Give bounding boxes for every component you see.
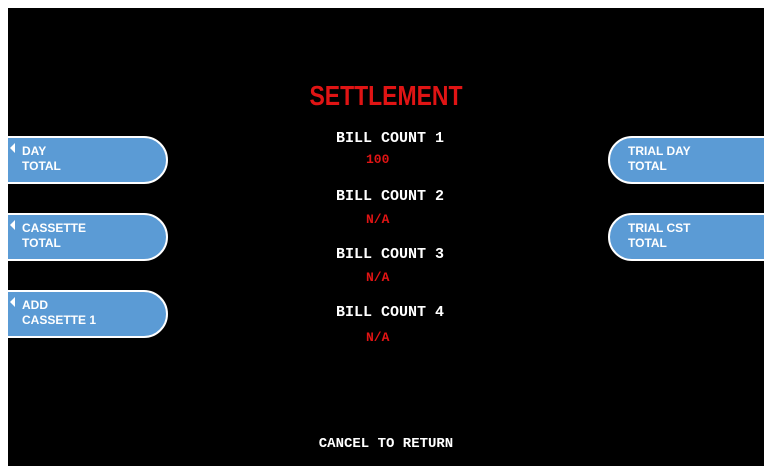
button-label-line2: TOTAL: [22, 159, 61, 173]
button-label-line1: TRIAL DAY: [628, 144, 691, 158]
bill-count-1-value: 100: [366, 152, 390, 167]
button-label-line1: DAY: [22, 144, 47, 158]
page-title: SETTLEMENT: [309, 80, 463, 111]
bill-count-3-label: BILL COUNT 3: [336, 246, 445, 263]
atm-screen: SETTLEMENT DAY TOTAL CASSETTE TOTAL ADD …: [8, 8, 764, 466]
trial-day-total-button[interactable]: TRIAL DAY TOTAL: [608, 136, 764, 184]
bill-count-1-label: BILL COUNT 1: [336, 130, 445, 147]
cancel-instruction: CANCEL TO RETURN: [318, 436, 454, 452]
bill-count-2-label: BILL COUNT 2: [336, 188, 445, 205]
button-label-line2: TOTAL: [22, 236, 61, 250]
left-arrow-icon: [10, 220, 15, 230]
button-label-line2: CASSETTE 1: [22, 313, 97, 327]
button-label-line2: TOTAL: [628, 159, 667, 173]
bill-count-3-value: N/A: [366, 270, 390, 285]
button-label-line1: CASSETTE: [22, 221, 87, 235]
left-arrow-icon: [10, 297, 15, 307]
button-label-line1: ADD: [22, 298, 48, 312]
bill-count-2-value: N/A: [366, 212, 390, 227]
button-label-line1: TRIAL CST: [628, 221, 691, 235]
cassette-total-button[interactable]: CASSETTE TOTAL: [8, 213, 168, 261]
day-total-button[interactable]: DAY TOTAL: [8, 136, 168, 184]
bill-count-4-label: BILL COUNT 4: [336, 304, 445, 321]
left-arrow-icon: [10, 143, 15, 153]
button-label-line2: TOTAL: [628, 236, 667, 250]
trial-cst-total-button[interactable]: TRIAL CST TOTAL: [608, 213, 764, 261]
bill-count-4-value: N/A: [366, 330, 390, 345]
add-cassette-1-button[interactable]: ADD CASSETTE 1: [8, 290, 168, 338]
